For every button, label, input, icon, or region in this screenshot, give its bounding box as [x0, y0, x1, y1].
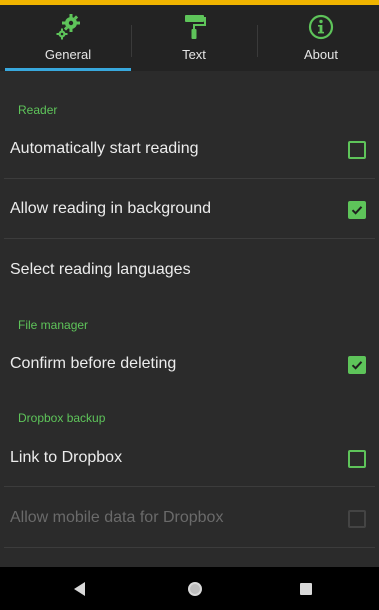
checkmark-icon: [351, 206, 363, 215]
home-icon[interactable]: [181, 575, 209, 603]
tab-label: General: [44, 47, 92, 62]
info-icon: [308, 14, 334, 40]
confirm-delete-checkbox[interactable]: [348, 356, 366, 374]
tab-label: About: [304, 47, 338, 62]
auto-start-checkbox[interactable]: [348, 141, 366, 159]
background-reading-checkbox[interactable]: [348, 201, 366, 219]
setting-background-reading[interactable]: Allow reading in background: [0, 179, 379, 238]
link-dropbox-checkbox[interactable]: [348, 450, 366, 468]
setting-label: Automatically start reading: [10, 140, 199, 157]
tab-text[interactable]: Text: [131, 5, 257, 71]
paint-roller-icon: [185, 15, 206, 39]
checkmark-icon: [351, 361, 363, 370]
setting-mobile-data: Allow mobile data for Dropbox: [0, 487, 379, 547]
tab-general[interactable]: General: [5, 5, 131, 71]
divider: [4, 547, 375, 548]
setting-reading-languages[interactable]: Select reading languages: [0, 239, 379, 299]
setting-label: Confirm before deleting: [10, 355, 177, 372]
setting-label: Allow mobile data for Dropbox: [10, 509, 224, 526]
tab-bar: General Text About: [0, 5, 379, 72]
section-header-dropbox: Dropbox backup: [18, 411, 106, 425]
tab-label: Text: [182, 47, 206, 62]
setting-link-dropbox[interactable]: Link to Dropbox: [0, 429, 379, 486]
tab-about[interactable]: About: [258, 5, 379, 71]
setting-label: Allow reading in background: [10, 200, 212, 217]
settings-list: Reader Automatically start reading Allow…: [0, 71, 379, 567]
setting-label: Select reading languages: [10, 261, 191, 278]
setting-auto-start[interactable]: Automatically start reading: [0, 123, 379, 178]
mobile-data-checkbox: [348, 510, 366, 528]
setting-confirm-delete[interactable]: Confirm before deleting: [0, 336, 379, 392]
section-header-reader: Reader: [18, 103, 58, 117]
navigation-bar: [0, 567, 379, 610]
setting-label: Link to Dropbox: [10, 449, 123, 466]
recents-icon[interactable]: [292, 575, 320, 603]
section-header-file-manager: File manager: [18, 318, 89, 332]
back-icon[interactable]: [66, 575, 94, 603]
gears-icon: [56, 14, 80, 40]
